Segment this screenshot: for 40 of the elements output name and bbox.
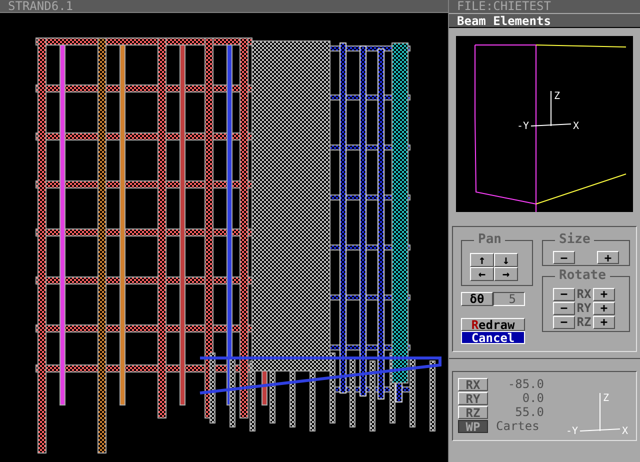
pan-button[interactable]: →: [494, 267, 518, 281]
axis-label: RX: [576, 288, 592, 300]
size-button[interactable]: −: [553, 251, 575, 264]
pan-button[interactable]: ↑: [470, 253, 494, 267]
action-button[interactable]: Cancel: [461, 331, 525, 344]
action-button[interactable]: Redraw: [461, 318, 525, 331]
mode-bar: Beam Elements: [449, 14, 640, 28]
axis-label: X: [622, 426, 628, 437]
info-value: Cartes: [496, 420, 540, 432]
axis-label: Z: [554, 91, 560, 102]
file-bar: FILE:CHIETEST: [449, 0, 640, 13]
pan-button[interactable]: ←: [470, 267, 494, 281]
axis-label: RZ: [576, 316, 592, 328]
rotate-minus-button[interactable]: −: [553, 302, 575, 314]
pan-button[interactable]: ↓: [494, 253, 518, 267]
axis-triad-icon: [580, 392, 620, 432]
info-label: RX: [458, 378, 488, 390]
info-label: WP: [458, 420, 488, 432]
title-bar: STRAND6.1: [0, 0, 448, 13]
rotate-plus-button[interactable]: +: [593, 288, 615, 300]
info-label: RY: [458, 392, 488, 404]
axis-triad-icon: [530, 90, 572, 126]
axis-label: RY: [576, 302, 592, 314]
info-label: RZ: [458, 406, 488, 418]
axis-label: -Y: [566, 426, 578, 437]
axis-label: Z: [603, 393, 610, 404]
rotate-minus-button[interactable]: −: [553, 316, 575, 328]
rotate-plus-button[interactable]: +: [593, 302, 615, 314]
rotate-minus-button[interactable]: −: [553, 288, 575, 300]
group-title: Pan: [474, 233, 506, 246]
info-value: 0.0: [521, 392, 544, 404]
rotate-plus-button[interactable]: +: [593, 316, 615, 328]
axis-label: -Y: [517, 121, 530, 132]
group-title: Size: [555, 233, 594, 246]
info-value: -85.0: [506, 378, 544, 390]
step-label: δθ: [461, 292, 493, 306]
info-value: 55.0: [514, 406, 544, 418]
size-button[interactable]: +: [597, 251, 619, 264]
axis-label: X: [573, 121, 580, 132]
group-title: Rotate: [555, 269, 610, 282]
